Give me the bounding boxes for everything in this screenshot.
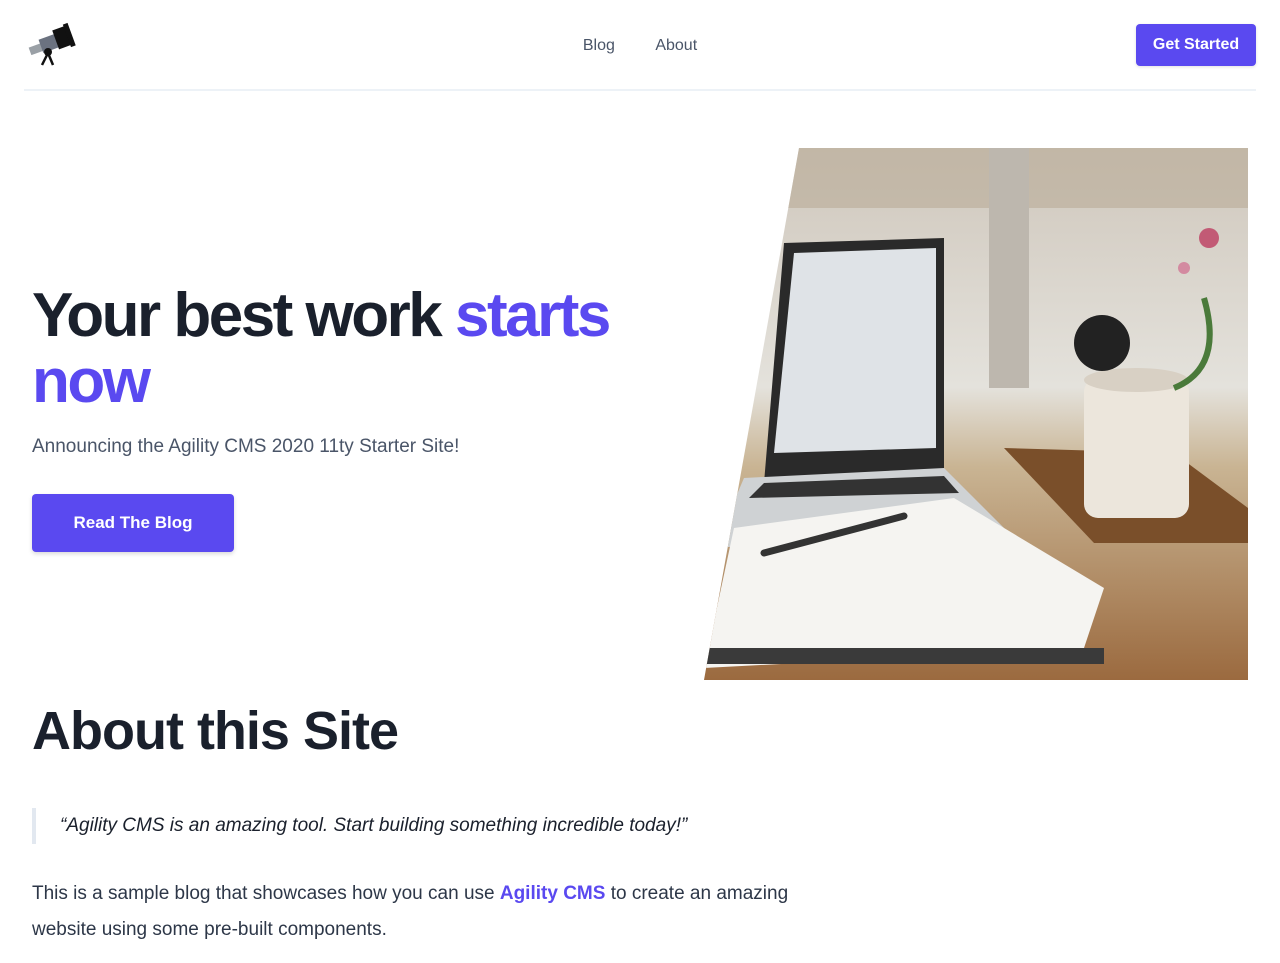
main-nav: Blog About <box>24 36 1256 56</box>
agility-cms-link[interactable]: Agility CMS <box>500 883 606 904</box>
nav-link-blog[interactable]: Blog <box>583 36 615 56</box>
hero-title-text: Your best work <box>32 281 455 350</box>
about-body-text: This is a sample blog that showcases how… <box>32 876 832 948</box>
site-header: Blog About Get Started <box>24 0 1256 91</box>
nav-link-about[interactable]: About <box>655 36 697 56</box>
hero-title: Your best work starts now <box>32 283 692 415</box>
about-body-text-start: This is a sample blog that showcases how… <box>32 883 500 904</box>
hero-subtitle: Announcing the Agility CMS 2020 11ty Sta… <box>32 436 460 457</box>
get-started-button[interactable]: Get Started <box>1136 24 1256 66</box>
hero-image <box>704 148 1248 680</box>
read-the-blog-button[interactable]: Read The Blog <box>32 494 234 552</box>
quote: “Agility CMS is an amazing tool. Start b… <box>32 808 832 844</box>
about-title: About this Site <box>32 701 399 761</box>
